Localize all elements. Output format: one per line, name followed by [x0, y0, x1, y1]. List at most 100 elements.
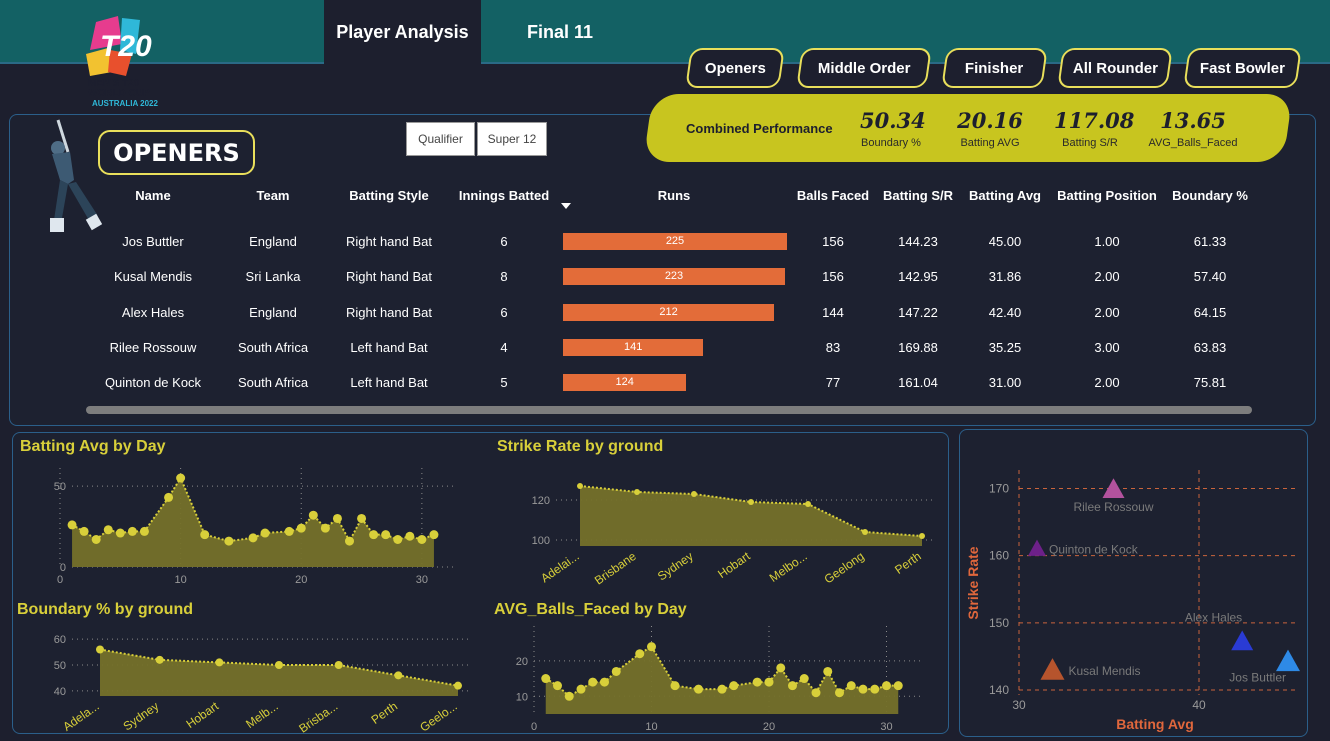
cell-name: Kusal Mendis [113, 269, 193, 284]
cell-balls-faced: 77 [825, 375, 841, 390]
cell-team: England [249, 234, 297, 249]
cell-batting-sr: 147.22 [898, 305, 938, 320]
cell-batting-style: Right hand Bat [345, 234, 433, 249]
header-name[interactable]: Name [135, 188, 170, 203]
cell-batting-position: 1.00 [1094, 234, 1120, 249]
cell-innings: 5 [500, 375, 508, 390]
header-boundary[interactable]: Boundary % [1172, 188, 1248, 203]
logo-line-2: WORLD CUP [88, 88, 150, 99]
section-title: OPENERS [98, 130, 255, 175]
kpi-avg-balls-faced: 13.65 AVG_Balls_Faced [1144, 108, 1242, 149]
kpi-boundary: 50.34 Boundary % [860, 108, 926, 149]
kpi-batting-avg: 20.16 Batting AVG [956, 108, 1024, 149]
runs-bar-label: 223 [664, 270, 684, 282]
cell-balls-faced: 144 [822, 305, 844, 320]
kpi-value: 50.34 [860, 108, 926, 133]
header-innings[interactable]: Innings Batted [459, 188, 549, 203]
cell-name: Jos Buttler [122, 234, 184, 249]
cell-name: Rilee Rossouw [109, 340, 197, 355]
cell-name: Alex Hales [121, 305, 185, 320]
fast-bowler-button[interactable]: Fast Bowler [1183, 48, 1302, 88]
super-12-filter-button[interactable]: Super 12 [477, 122, 547, 156]
cell-batting-avg: 42.40 [988, 305, 1022, 320]
finisher-button[interactable]: Finisher [941, 48, 1048, 88]
runs-bar: 124 [563, 374, 687, 391]
t20-world-cup-logo: T20 MEN'S T20 WORLD CUP AUSTRALIA 2022 [86, 16, 158, 108]
cell-innings: 8 [500, 269, 508, 284]
cell-batting-avg: 31.00 [988, 375, 1022, 390]
chart-title-balls-day: AVG_Balls_Faced by Day [494, 601, 687, 618]
tab-final-11[interactable]: Final 11 [500, 0, 620, 64]
chart-title-boundary-ground: Boundary % by ground [17, 601, 193, 618]
sort-descending-icon[interactable] [561, 203, 571, 209]
runs-bar-label: 225 [665, 235, 685, 247]
cell-batting-position: 2.00 [1094, 375, 1120, 390]
runs-bar: 141 [563, 339, 704, 356]
cell-boundary: 75.81 [1193, 375, 1227, 390]
cell-batting-avg: 45.00 [988, 234, 1022, 249]
openers-button[interactable]: Openers [685, 48, 785, 88]
middle-order-button[interactable]: Middle Order [796, 48, 932, 88]
cell-team: South Africa [237, 340, 309, 355]
svg-text:T20: T20 [100, 30, 152, 63]
cell-batting-style: Left hand Bat [350, 375, 428, 390]
runs-bar: 223 [563, 268, 785, 285]
cell-innings: 4 [500, 340, 508, 355]
runs-bar-label: 141 [624, 341, 643, 353]
runs-bar: 225 [563, 233, 787, 250]
kpi-value: 13.65 [1160, 108, 1226, 133]
cell-batting-avg: 35.25 [988, 340, 1022, 355]
kpi-batting-sr: 117.08 Batting S/R [1054, 108, 1135, 149]
runs-bar: 212 [563, 304, 775, 321]
kpi-value: 20.16 [957, 108, 1023, 133]
header-balls-faced[interactable]: Balls Faced [797, 188, 869, 203]
header-team[interactable]: Team [257, 188, 290, 203]
header-batting-sr[interactable]: Batting S/R [883, 188, 953, 203]
cell-batting-sr: 161.04 [898, 375, 938, 390]
kpi-label: Batting AVG [960, 137, 1020, 149]
cell-boundary: 61.33 [1193, 234, 1227, 249]
kpi-label: Boundary % [861, 137, 921, 149]
cell-batting-sr: 169.88 [898, 340, 938, 355]
cell-name: Quinton de Kock [104, 375, 202, 390]
cell-batting-position: 2.00 [1094, 305, 1120, 320]
cell-team: South Africa [237, 375, 309, 390]
cell-boundary: 64.15 [1193, 305, 1227, 320]
scatter-panel [959, 429, 1308, 737]
cell-batting-style: Right hand Bat [345, 305, 433, 320]
cell-batting-style: Right hand Bat [345, 269, 433, 284]
chart-title-bat-avg-day: Batting Avg by Day [20, 438, 166, 455]
cell-boundary: 63.83 [1193, 340, 1227, 355]
cell-innings: 6 [500, 234, 508, 249]
horizontal-scrollbar[interactable] [86, 406, 1252, 414]
cell-innings: 6 [500, 305, 508, 320]
cell-batting-sr: 144.23 [898, 234, 938, 249]
header-batting-position[interactable]: Batting Position [1057, 188, 1157, 203]
kpi-label: Batting S/R [1062, 137, 1118, 149]
cell-balls-faced: 156 [822, 234, 844, 249]
header-runs[interactable]: Runs [658, 188, 691, 203]
cell-batting-avg: 31.86 [988, 269, 1022, 284]
tab-player-analysis[interactable]: Player Analysis [324, 0, 481, 64]
qualifier-filter-button[interactable]: Qualifier [406, 122, 475, 156]
all-rounder-button[interactable]: All Rounder [1057, 48, 1173, 88]
kpi-label: AVG_Balls_Faced [1148, 137, 1238, 149]
combined-performance-title: Combined Performance [686, 121, 833, 136]
runs-bar-label: 124 [615, 376, 634, 388]
cell-balls-faced: 83 [825, 340, 841, 355]
cell-boundary: 57.40 [1193, 269, 1227, 284]
cell-balls-faced: 156 [822, 269, 844, 284]
combined-performance-content: Combined Performance 50.34 Boundary % 20… [648, 94, 1288, 162]
cell-batting-sr: 142.95 [898, 269, 938, 284]
header-batting-style[interactable]: Batting Style [349, 188, 428, 203]
batsman-silhouette-icon [50, 119, 102, 232]
trend-charts-panel [12, 432, 949, 734]
cell-team: Sri Lanka [245, 269, 301, 284]
logo-line-3: AUSTRALIA 2022 [92, 99, 158, 108]
runs-bar-label: 212 [659, 306, 678, 318]
cell-batting-style: Left hand Bat [350, 340, 428, 355]
header-batting-avg[interactable]: Batting Avg [969, 188, 1041, 203]
cell-team: England [249, 305, 297, 320]
kpi-value: 117.08 [1054, 108, 1135, 133]
chart-title-sr-ground: Strike Rate by ground [497, 438, 664, 455]
